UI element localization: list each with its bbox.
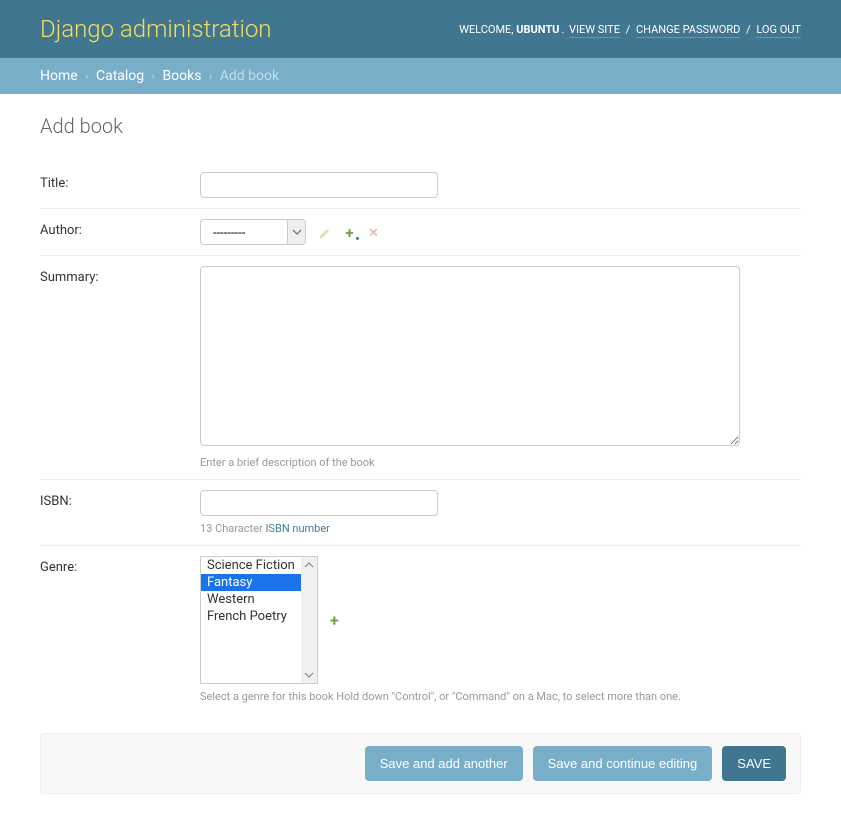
title-label: Title: <box>40 172 200 191</box>
breadcrumb-catalog[interactable]: Catalog <box>96 68 144 84</box>
genre-label: Genre: <box>40 556 200 575</box>
change-password-link[interactable]: CHANGE PASSWORD <box>636 23 740 38</box>
site-title: Django administration <box>40 15 272 43</box>
author-label: Author: <box>40 219 200 238</box>
genre-option[interactable]: Science Fiction <box>201 557 301 574</box>
author-select[interactable]: --------- <box>200 219 306 245</box>
title-input[interactable] <box>200 172 438 198</box>
field-row-summary: Summary: Enter a brief description of th… <box>40 256 801 480</box>
username: UBUNTU <box>516 23 559 36</box>
summary-label: Summary: <box>40 266 200 285</box>
field-row-genre: Genre: Science FictionFantasyWesternFren… <box>40 546 801 713</box>
genre-option[interactable]: Fantasy <box>201 574 301 591</box>
isbn-help: 13 Character ISBN number <box>200 522 801 535</box>
pencil-icon[interactable] <box>317 225 333 241</box>
genre-option[interactable]: Western <box>201 591 301 608</box>
isbn-input[interactable] <box>200 490 438 516</box>
genre-option[interactable]: French Poetry <box>201 608 301 625</box>
genre-multiselect[interactable]: Science FictionFantasyWesternFrench Poet… <box>200 556 318 684</box>
field-row-title: Title: <box>40 162 801 209</box>
admin-header: Django administration WELCOME, UBUNTU. V… <box>0 0 841 58</box>
summary-textarea[interactable] <box>200 266 740 446</box>
isbn-help-link[interactable]: ISBN number <box>265 522 329 535</box>
log-out-link[interactable]: LOG OUT <box>756 23 801 38</box>
view-site-link[interactable]: VIEW SITE <box>569 23 620 38</box>
scrollbar[interactable] <box>301 557 317 683</box>
user-tools: WELCOME, UBUNTU. VIEW SITE / CHANGE PASS… <box>459 23 801 36</box>
breadcrumb: Home › Catalog › Books › Add book <box>0 58 841 94</box>
field-row-author: Author: --------- + ✕ <box>40 209 801 256</box>
add-genre-icon[interactable]: + <box>330 611 339 630</box>
save-button[interactable]: SAVE <box>722 746 786 781</box>
save-continue-button[interactable]: Save and continue editing <box>533 746 713 781</box>
genre-help: Select a genre for this book Hold down "… <box>200 690 801 703</box>
page-title: Add book <box>40 114 801 138</box>
field-row-isbn: ISBN: 13 Character ISBN number <box>40 480 801 546</box>
submit-row: Save and add another Save and continue e… <box>40 733 801 794</box>
scroll-up-icon <box>304 560 314 570</box>
breadcrumb-books[interactable]: Books <box>162 68 201 84</box>
welcome-text: WELCOME, <box>459 23 516 36</box>
plus-icon[interactable]: + <box>341 225 357 241</box>
breadcrumb-current: Add book <box>220 68 279 84</box>
content: Add book Title: Author: --------- + <box>0 94 841 824</box>
delete-icon[interactable]: ✕ <box>365 225 381 241</box>
isbn-label: ISBN: <box>40 490 200 509</box>
breadcrumb-home[interactable]: Home <box>40 68 78 84</box>
summary-help: Enter a brief description of the book <box>200 456 801 469</box>
save-add-another-button[interactable]: Save and add another <box>365 746 523 781</box>
scroll-down-icon <box>304 670 314 680</box>
